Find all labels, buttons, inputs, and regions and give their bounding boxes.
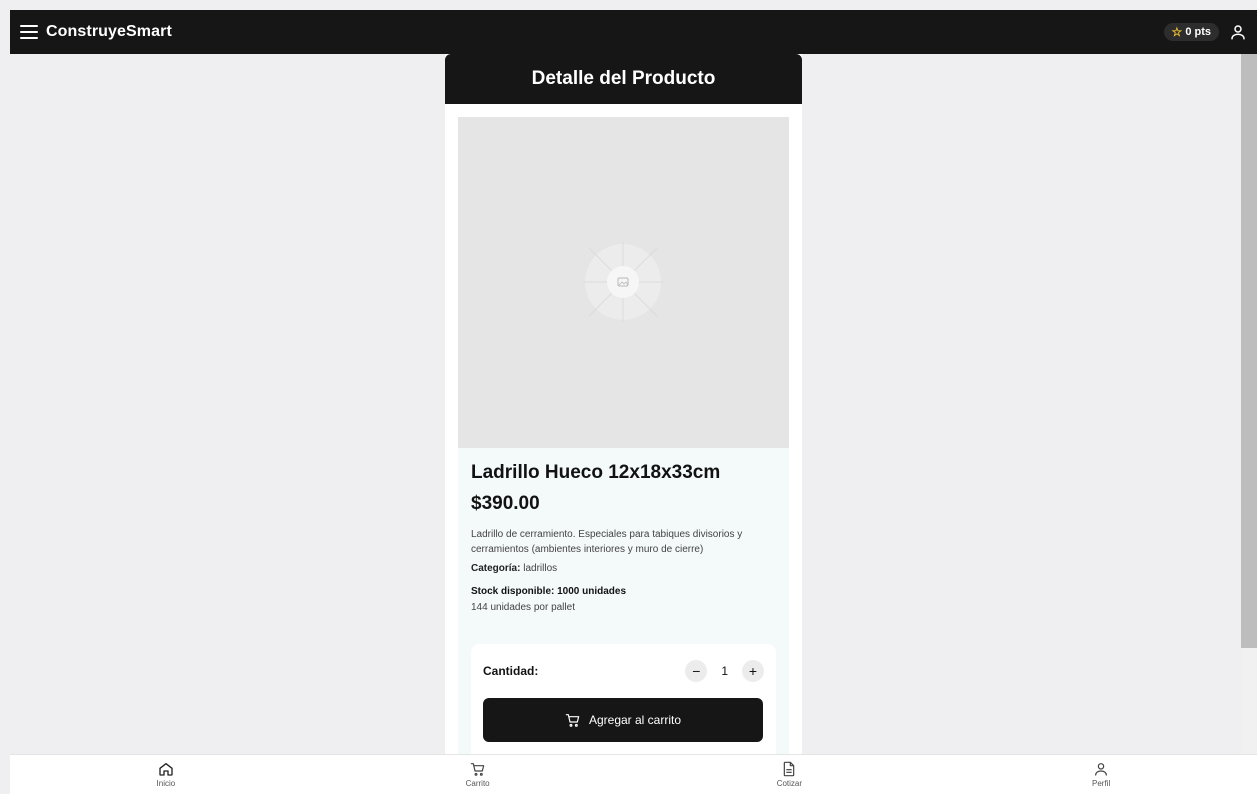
page-title: Detalle del Producto [445,54,802,104]
category-label: Categoría: [471,563,521,574]
increment-button[interactable]: + [742,660,764,682]
brand-name[interactable]: ConstruyeSmart [46,23,172,41]
top-navbar: ConstruyeSmart ☆ 0 pts [10,10,1257,54]
product-info: Ladrillo Hueco 12x18x33cm $390.00 Ladril… [458,448,789,754]
nav-label: Cotizar [776,779,803,788]
quantity-label: Cantidad: [483,664,539,678]
decrement-button[interactable]: − [685,660,708,682]
nav-item-inicio[interactable]: Inicio [10,755,322,794]
quantity-value: 1 [721,664,728,678]
scrollbar-thumb[interactable] [1241,54,1257,648]
document-icon [784,761,795,777]
points-badge[interactable]: ☆ 0 pts [1163,23,1219,41]
nav-item-perfil[interactable]: Perfil [945,755,1257,794]
user-icon [1095,763,1108,776]
points-value: 0 pts [1185,26,1211,38]
user-icon[interactable] [1229,23,1247,41]
bottom-navigation: Inicio Carrito Cotizar Perfil [10,754,1257,794]
add-to-cart-label: Agregar al carrito [588,713,682,727]
quantity-stepper: − 1 + [685,660,764,682]
cart-icon [470,763,484,776]
star-icon: ☆ [1171,25,1183,39]
menu-icon[interactable] [20,25,38,39]
home-icon [159,763,173,776]
page-scrollbar[interactable] [1241,54,1257,754]
product-image [458,117,789,448]
add-to-cart-button[interactable]: Agregar al carrito [483,698,763,742]
nav-label: Carrito [465,779,490,788]
product-price: $390.00 [471,493,540,514]
units-per-pallet: 144 unidades por pallet [471,602,575,613]
quantity-row: Cantidad: − 1 + [483,658,764,684]
image-placeholder-icon [583,242,663,322]
nav-item-carrito[interactable]: Carrito [322,755,634,794]
category-value: ladrillos [523,563,558,574]
app-root: ConstruyeSmart ☆ 0 pts Detalle del Produ… [0,0,1257,794]
stock-available: Stock disponible: 1000 unidades [471,586,627,597]
brand: ConstruyeSmart [20,23,172,41]
nav-item-cotizar[interactable]: Cotizar [634,755,946,794]
nav-label: Perfil [1092,779,1111,788]
nav-label: Inicio [156,779,176,788]
product-detail-panel: Detalle del Producto Ladrillo Hueco 12x1… [445,54,802,754]
quantity-card: Cantidad: − 1 + Agregar al carrito [471,644,776,754]
cart-icon [565,714,580,727]
product-category: Categoría: ladrillos [471,563,776,574]
product-name: Ladrillo Hueco 12x18x33cm [471,462,721,483]
product-description: Ladrillo de cerramiento. Especiales para… [471,529,743,555]
top-actions: ☆ 0 pts [1163,23,1247,41]
